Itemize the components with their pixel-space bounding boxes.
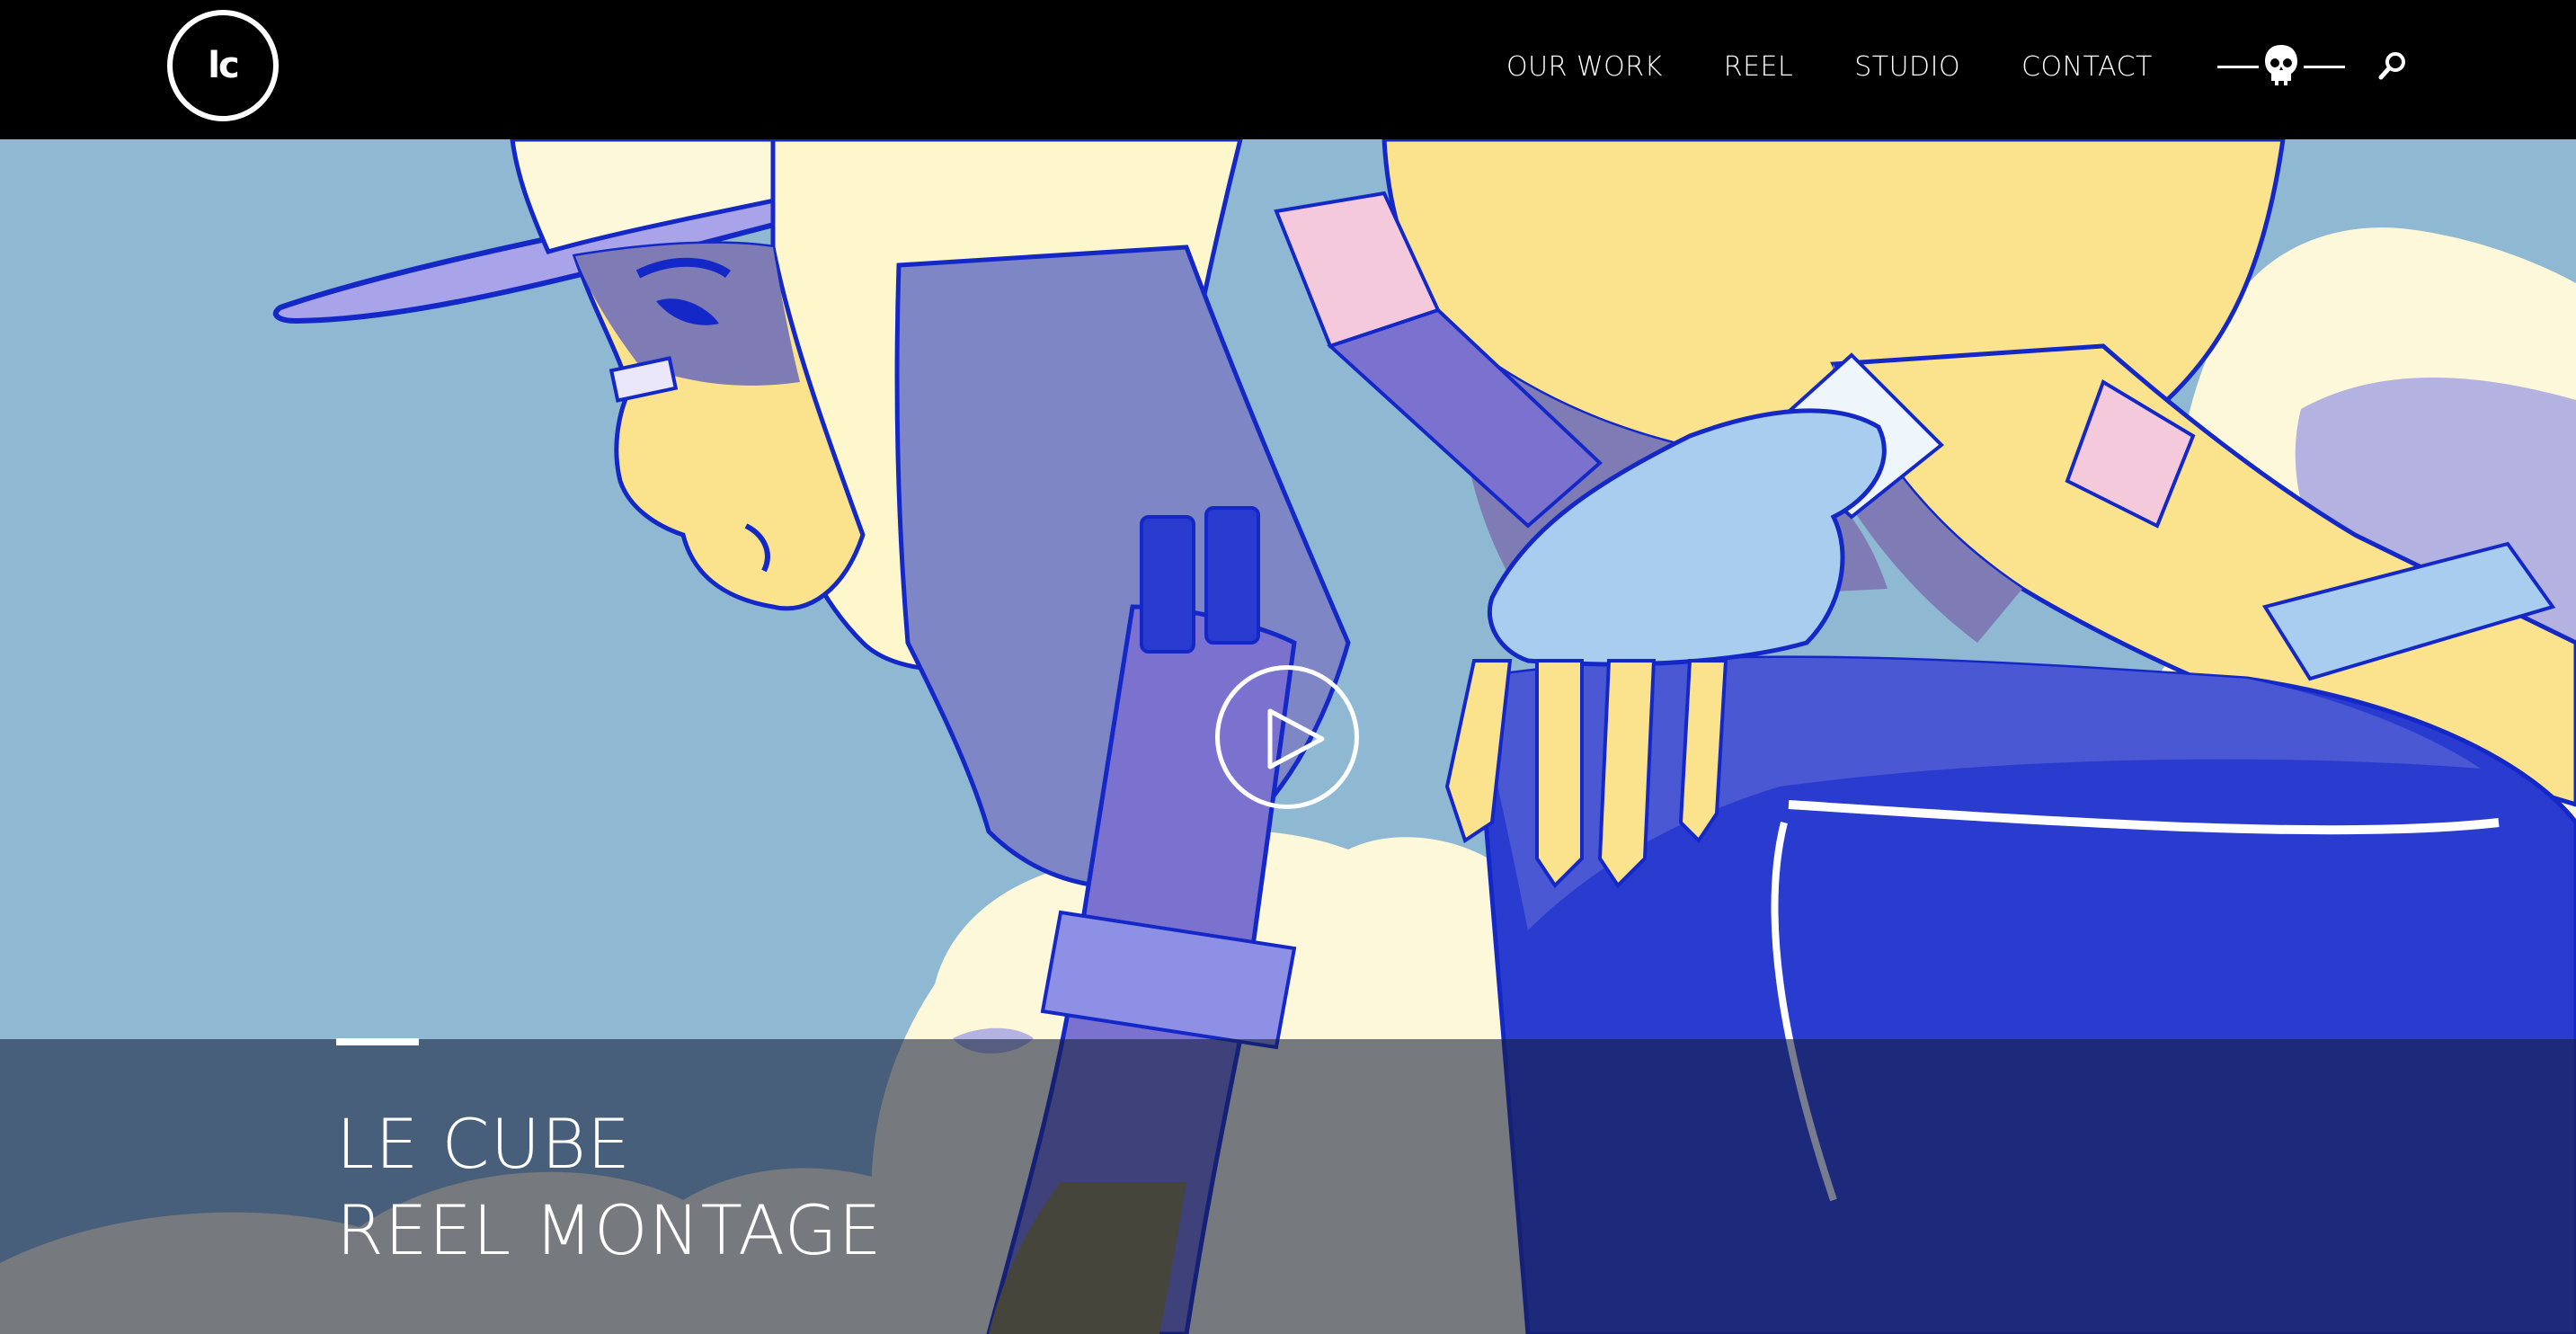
nav-our-work[interactable]: OUR WORK <box>1506 51 1663 83</box>
nav-contact[interactable]: CONTACT <box>2021 51 2153 83</box>
main-nav: OUR WORK REEL STUDIO CONTACT <box>1506 43 2345 90</box>
finger-2 <box>1535 659 1584 889</box>
logo[interactable]: lc <box>167 10 279 121</box>
skull-line-right <box>2303 65 2345 68</box>
holster-1 <box>1140 515 1195 654</box>
hero-banner: LE CUBE REEL MONTAGE <box>0 139 2576 1334</box>
skull-icon <box>2264 45 2297 85</box>
caption-rule <box>336 1038 419 1045</box>
hero-title[interactable]: LE CUBE REEL MONTAGE <box>336 1101 883 1274</box>
nav-reel[interactable]: REEL <box>1724 51 1793 83</box>
search-icon[interactable] <box>2377 50 2408 81</box>
finger-3 <box>1597 659 1657 889</box>
logo-mark: lc <box>208 45 239 86</box>
hero-title-line-1: LE CUBE <box>336 1104 631 1184</box>
skull-toggle[interactable] <box>2216 43 2345 90</box>
hero-title-line-2: REEL MONTAGE <box>336 1190 883 1270</box>
play-icon <box>1267 708 1325 769</box>
page: lc OUR WORK REEL STUDIO CONTACT LE CUBE … <box>0 0 2576 1334</box>
holster-2 <box>1204 506 1260 645</box>
play-button[interactable] <box>1215 665 1359 809</box>
skull-line-left <box>2216 65 2259 68</box>
nav-studio[interactable]: STUDIO <box>1854 51 1960 83</box>
site-header: lc OUR WORK REEL STUDIO CONTACT <box>0 0 2576 139</box>
